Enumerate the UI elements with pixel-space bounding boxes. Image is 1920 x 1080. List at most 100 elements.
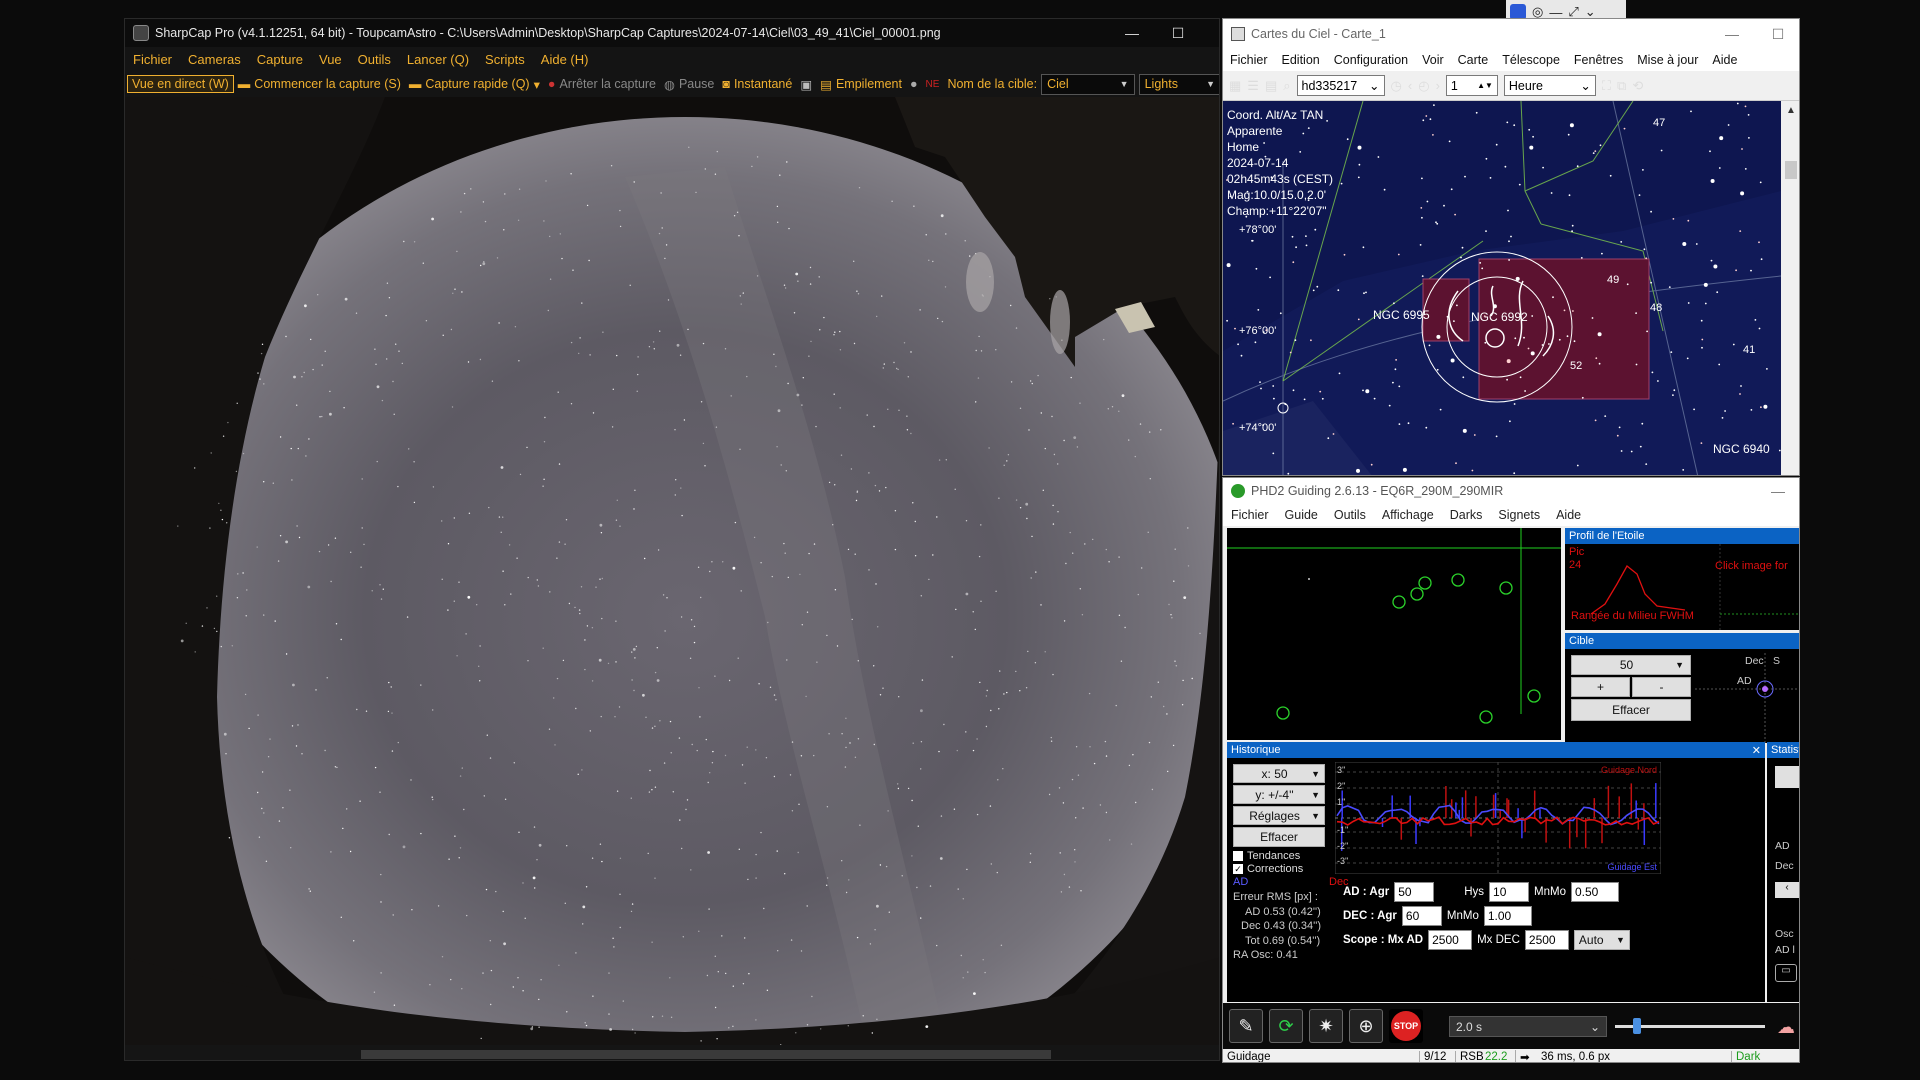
- menu-signets[interactable]: Signets: [1490, 508, 1548, 522]
- pause-button[interactable]: ◍ Pause: [660, 77, 718, 92]
- history-clear-button[interactable]: Effacer: [1233, 827, 1325, 847]
- dec-mnmo-input[interactable]: 1.00: [1483, 906, 1532, 926]
- sky-star: [702, 342, 705, 345]
- ne-icon[interactable]: NE: [922, 79, 944, 90]
- chevron-left-icon[interactable]: ‹: [1775, 882, 1799, 898]
- stacking-button[interactable]: ▤ Empilement: [816, 77, 906, 92]
- sky-star: [1128, 764, 1131, 767]
- stats-button[interactable]: [1775, 766, 1799, 788]
- frame-type-select[interactable]: Lights ▼: [1138, 73, 1219, 95]
- checkbox-icon[interactable]: [1233, 851, 1243, 861]
- brain-icon[interactable]: ☁: [1777, 1017, 1795, 1038]
- dec-agr-input[interactable]: 60: [1401, 906, 1442, 926]
- hys-input[interactable]: 10: [1489, 882, 1530, 902]
- auto-select-star-icon[interactable]: ✷: [1309, 1009, 1343, 1043]
- stats-dec: Dec: [1775, 860, 1794, 872]
- calendar-icon[interactable]: ▦: [1229, 78, 1241, 94]
- menu-configuration[interactable]: Configuration: [1327, 53, 1415, 67]
- target-scale-select[interactable]: 50 ▼: [1571, 655, 1691, 675]
- start-capture-button[interactable]: ▬ Commencer la capture (S): [234, 77, 405, 91]
- usb-connect-icon[interactable]: ✎: [1229, 1009, 1263, 1043]
- menu-aide[interactable]: Aide: [1548, 508, 1589, 522]
- ra-mnmo-input[interactable]: 0.50: [1570, 882, 1619, 902]
- list-icon[interactable]: ▤: [1265, 78, 1277, 94]
- quick-capture-button[interactable]: ▬ Capture rapide (Q) ▾: [405, 77, 544, 92]
- maximize-icon[interactable]: ☐: [1755, 20, 1799, 48]
- menu-fichier[interactable]: Fichier: [1223, 53, 1275, 67]
- history-settings-select[interactable]: Réglages ▼: [1233, 806, 1325, 825]
- dec-mode-select[interactable]: Auto ▼: [1573, 930, 1630, 950]
- stop-button[interactable]: STOP: [1389, 1009, 1423, 1043]
- chevron-up-icon[interactable]: ▲: [1786, 105, 1796, 116]
- close-icon[interactable]: ✕: [1752, 744, 1761, 757]
- minimize-icon[interactable]: —: [1755, 478, 1799, 505]
- loop-icon[interactable]: ⟳: [1269, 1009, 1303, 1043]
- history-x-select[interactable]: x: 50 ▼: [1233, 764, 1325, 783]
- mx-dec-input[interactable]: 2500: [1524, 930, 1569, 950]
- zoom-icon[interactable]: ⧉: [1617, 78, 1626, 94]
- history-y-select[interactable]: y: +/-4'' ▼: [1233, 785, 1325, 804]
- menu-aide[interactable]: Aide (H): [533, 52, 597, 67]
- menu-fichier[interactable]: Fichier: [1223, 508, 1277, 522]
- guide-crosshair-icon[interactable]: ⊕: [1349, 1009, 1383, 1043]
- menu-carte[interactable]: Carte: [1451, 53, 1496, 67]
- target-clear-button[interactable]: Effacer: [1571, 699, 1691, 721]
- gamma-slider-thumb[interactable]: [1633, 1018, 1641, 1034]
- search-icon[interactable]: ⌕: [1283, 78, 1290, 94]
- minimize-icon[interactable]: —: [1109, 19, 1155, 47]
- sky-star: [700, 401, 703, 403]
- maximize-icon[interactable]: ☐: [1155, 19, 1201, 47]
- menu-telescope[interactable]: Télescope: [1495, 53, 1567, 67]
- menu-scripts[interactable]: Scripts: [477, 52, 533, 67]
- zoom-out-button[interactable]: -: [1632, 677, 1691, 697]
- horizontal-scrollbar[interactable]: [125, 1045, 1219, 1060]
- snapshot-button[interactable]: ◙ Instantané: [718, 77, 796, 91]
- menu-guide[interactable]: Guide: [1277, 508, 1326, 522]
- menu-vue[interactable]: Vue: [311, 52, 350, 67]
- menu-cameras[interactable]: Cameras: [180, 52, 249, 67]
- clock-icon[interactable]: ◷: [1391, 78, 1402, 94]
- trends-checkbox[interactable]: Tendances: [1233, 850, 1300, 862]
- arrow-right-icon[interactable]: ›: [1436, 78, 1440, 93]
- stop-capture-button[interactable]: ● Arrêter la capture: [544, 77, 660, 91]
- ra-agr-input[interactable]: 50: [1394, 882, 1435, 902]
- exposure-select[interactable]: 2.0 s ⌄: [1449, 1016, 1607, 1037]
- clock-now-icon[interactable]: ◴: [1418, 78, 1429, 94]
- menu-fichier[interactable]: Fichier: [125, 52, 180, 67]
- arrow-left-icon[interactable]: ‹: [1408, 78, 1412, 93]
- menu-outils[interactable]: Outils: [1326, 508, 1374, 522]
- target-name-select[interactable]: Ciel ▼: [1041, 73, 1135, 95]
- all-sky-image[interactable]: [125, 97, 1219, 1047]
- menu-aide[interactable]: Aide: [1705, 53, 1744, 67]
- stats-toggle-icon[interactable]: ▭: [1775, 964, 1797, 982]
- layers-icon[interactable]: ☰: [1247, 78, 1259, 94]
- menu-fenetres[interactable]: Fenêtres: [1567, 53, 1630, 67]
- menu-outils[interactable]: Outils: [350, 52, 399, 67]
- menu-affichage[interactable]: Affichage: [1374, 508, 1442, 522]
- menu-capture[interactable]: Capture: [249, 52, 311, 67]
- object-search-input[interactable]: hd335217 ⌄: [1296, 75, 1385, 96]
- time-unit-select[interactable]: Heure ⌄: [1503, 75, 1596, 96]
- guide-camera-view[interactable]: [1227, 528, 1561, 740]
- star-chart[interactable]: NGC 6995 NGC 6992 NGC 6940 +78°00' +76°0…: [1223, 101, 1781, 475]
- zoom-in-button[interactable]: +: [1571, 677, 1630, 697]
- minimize-icon[interactable]: —: [1709, 20, 1755, 48]
- rotate-icon[interactable]: ⟲: [1632, 78, 1643, 94]
- chart-vertical-scrollbar[interactable]: ▲: [1781, 101, 1799, 475]
- time-step-input[interactable]: 1 ▲▼: [1445, 75, 1498, 96]
- display-icon[interactable]: ▣: [796, 77, 816, 92]
- menu-lancer[interactable]: Lancer (Q): [399, 52, 477, 67]
- menu-voir[interactable]: Voir: [1415, 53, 1451, 67]
- close-icon[interactable]: [1201, 19, 1219, 47]
- corrections-checkbox[interactable]: ✓ Corrections: [1233, 863, 1303, 875]
- checkmark-icon[interactable]: ✓: [1233, 864, 1243, 874]
- scrollbar-thumb[interactable]: [361, 1050, 1051, 1059]
- menu-edition[interactable]: Edition: [1275, 53, 1327, 67]
- live-view-button[interactable]: Vue en direct (W): [127, 75, 234, 93]
- menu-mise-a-jour[interactable]: Mise à jour: [1630, 53, 1705, 67]
- moon-icon[interactable]: ●: [906, 77, 922, 91]
- menu-darks[interactable]: Darks: [1442, 508, 1491, 522]
- mx-ad-input[interactable]: 2500: [1428, 930, 1473, 950]
- fov-icon[interactable]: ⛶: [1602, 78, 1611, 94]
- scrollbar-thumb[interactable]: [1785, 161, 1797, 179]
